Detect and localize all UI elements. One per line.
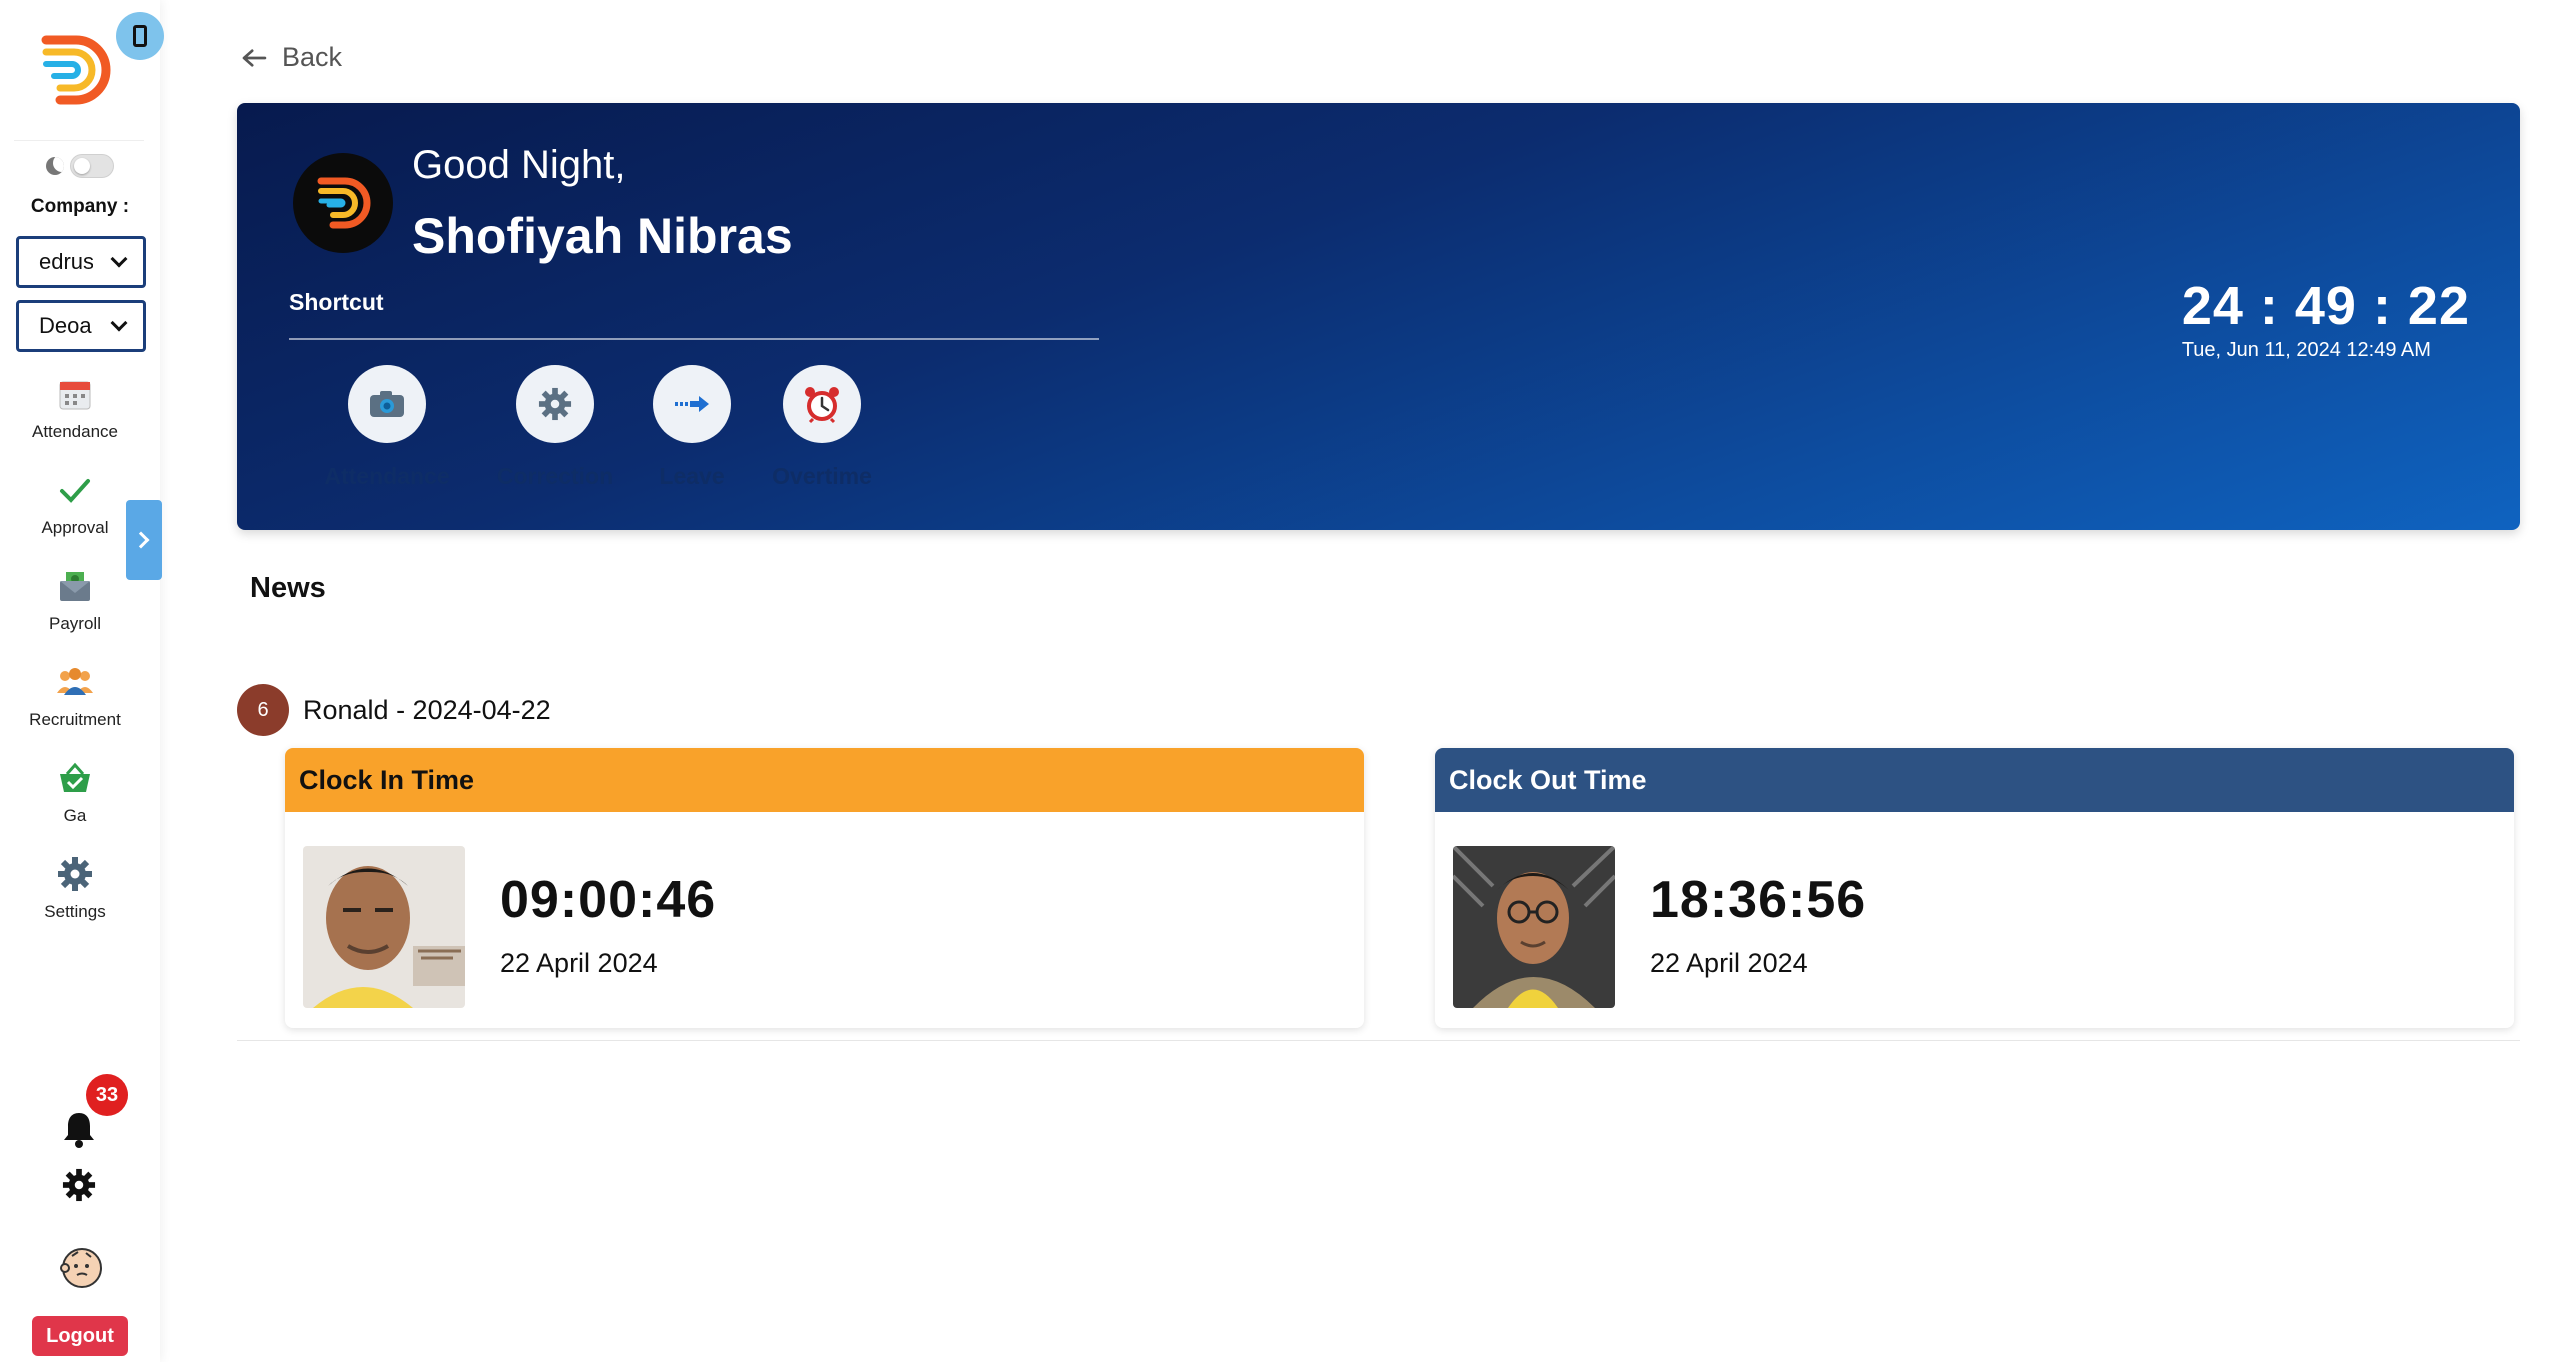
clock-out-date: 22 April 2024: [1650, 948, 1808, 978]
chevron-right-icon: [132, 531, 150, 549]
nav-item-attendance[interactable]: Attendance: [0, 374, 150, 442]
logout-button[interactable]: Logout: [32, 1316, 128, 1356]
arrow-left-icon: [242, 48, 267, 67]
company-select[interactable]: edrus: [16, 236, 146, 288]
basket-icon: [0, 758, 150, 798]
nav-label-attendance: Attendance: [31, 422, 118, 441]
entry-title: Ronald - 2024-04-22: [303, 694, 551, 725]
moon-icon: [46, 157, 64, 175]
chevron-down-icon: [110, 250, 128, 268]
app-logo[interactable]: [38, 30, 120, 112]
nav-label-recruitment: Recruitment: [29, 710, 121, 729]
user-name: Shofiyah Nibras: [412, 208, 793, 264]
clock-in-card: Clock In Time 09:00:46 22 April 2024: [285, 748, 1364, 1028]
branch-select-value: Deoa: [39, 313, 92, 338]
people-group-icon: [0, 662, 150, 702]
gear-icon[interactable]: [62, 1168, 100, 1206]
user-avatar[interactable]: [58, 1244, 106, 1292]
shortcut-label-attendance: Attendance: [324, 463, 450, 489]
mobile-device-icon[interactable]: [116, 12, 164, 60]
news-divider: [237, 1040, 2520, 1041]
nav-label-settings: Settings: [44, 902, 106, 921]
shortcut-attendance[interactable]: Attendance: [307, 365, 467, 490]
sidebar: Company : edrus Deoa Attendance Approval…: [0, 0, 164, 1362]
clock-in-header: Clock In Time: [285, 748, 1364, 812]
shortcut-correction[interactable]: Correction: [475, 365, 635, 490]
chevron-down-icon: [110, 314, 128, 332]
nav-item-settings[interactable]: Settings: [0, 854, 150, 922]
clock-out-header: Clock Out Time: [1435, 748, 2514, 812]
dark-mode-toggle[interactable]: [70, 154, 114, 178]
clock-in-date: 22 April 2024: [500, 948, 658, 978]
bell-icon[interactable]: [62, 1110, 102, 1152]
shortcut-label-correction: Correction: [496, 463, 614, 489]
shortcut-label: Shortcut: [289, 289, 384, 315]
live-clock: 24 : 49 : 22 Tue, Jun 11, 2024 12:49 AM: [2182, 275, 2470, 362]
nav-label-payroll: Payroll: [49, 614, 101, 633]
news-heading: News: [250, 572, 326, 604]
clock-in-time: 09:00:46: [500, 871, 717, 929]
alarm-clock-icon: [783, 365, 861, 443]
arrow-right-icon: [653, 365, 731, 443]
shortcut-divider: [289, 338, 1099, 340]
theme-toggle-row: [46, 154, 114, 178]
entry-number-badge: 6: [237, 684, 289, 736]
nav-item-ga[interactable]: Ga: [0, 758, 150, 826]
clock-time: 24 : 49 : 22: [2181, 276, 2470, 336]
nav-label-ga: Ga: [63, 806, 87, 825]
clock-out-photo[interactable]: [1453, 846, 1615, 1008]
sidebar-expand-button[interactable]: [126, 500, 162, 580]
back-button[interactable]: Back: [240, 42, 342, 73]
company-label: Company :: [30, 196, 130, 217]
back-label: Back: [282, 42, 343, 72]
shortcut-label-overtime: Overtime: [772, 463, 872, 489]
clock-out-time: 18:36:56: [1650, 871, 1867, 929]
greeting-banner: Good Night, Shofiyah Nibras Shortcut Att…: [237, 103, 2520, 530]
clock-out-card: Clock Out Time 18:36:56 22 April 2024: [1435, 748, 2514, 1028]
branch-select[interactable]: Deoa: [16, 300, 146, 352]
clock-date: Tue, Jun 11, 2024 12:49 AM: [2181, 339, 2431, 361]
gear-icon: [0, 854, 150, 894]
calendar-icon: [0, 374, 150, 414]
gear-icon: [516, 365, 594, 443]
news-entry-header: 6 Ronald - 2024-04-22: [237, 684, 551, 736]
company-select-value: edrus: [39, 249, 93, 274]
sidebar-divider: [14, 140, 144, 141]
company-logo: [293, 153, 393, 253]
camera-icon: [348, 365, 426, 443]
clock-in-photo[interactable]: [303, 846, 465, 1008]
greeting-text: Good Night,: [412, 143, 626, 187]
shortcut-overtime[interactable]: Overtime: [742, 365, 902, 490]
nav-item-recruitment[interactable]: Recruitment: [0, 662, 150, 730]
